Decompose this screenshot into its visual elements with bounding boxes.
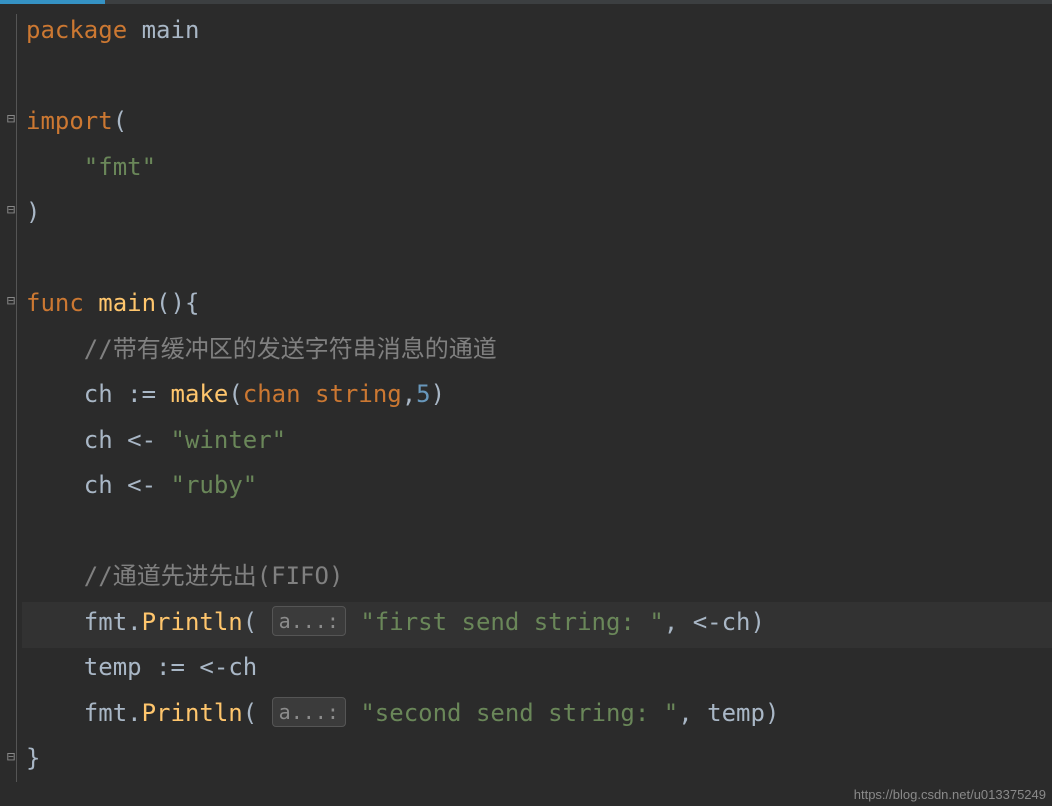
- keyword-chan: chan: [243, 380, 301, 408]
- paren-close: ): [765, 699, 779, 727]
- pkg-fmt: fmt: [84, 699, 127, 727]
- func-main: main: [98, 289, 156, 317]
- builtin-make: make: [171, 380, 229, 408]
- paren-close: ): [26, 198, 40, 226]
- func-println: Println: [142, 699, 243, 727]
- comment: //通道先进先出(FIFO): [84, 562, 344, 590]
- code-block[interactable]: package main import( "fmt" ) func main()…: [0, 8, 1052, 782]
- param-hint: a...:: [272, 697, 346, 727]
- package-name: main: [142, 16, 200, 44]
- var-ch: ch: [84, 380, 113, 408]
- brace-open: {: [185, 289, 199, 317]
- paren-open: (: [228, 380, 242, 408]
- paren-open: (: [113, 107, 127, 135]
- watermark: https://blog.csdn.net/u013375249: [854, 787, 1046, 802]
- comma: ,: [402, 380, 416, 408]
- code-editor[interactable]: ⊟ ⊟ ⊟ ⊟ package main import( "fmt" ) fun…: [0, 4, 1052, 782]
- paren-open: (: [243, 699, 257, 727]
- comment: //带有缓冲区的发送字符串消息的通道: [84, 335, 497, 363]
- brace-close: }: [26, 744, 40, 772]
- var-ch: ch: [84, 471, 113, 499]
- op-assign: :=: [156, 653, 185, 681]
- var-temp: temp: [84, 653, 142, 681]
- dot: .: [127, 699, 141, 727]
- string-literal: "winter": [171, 426, 287, 454]
- var-ch: ch: [722, 608, 751, 636]
- string-literal: "first send string: ": [360, 608, 663, 636]
- op-arrow: <-: [127, 471, 156, 499]
- import-string: "fmt": [84, 153, 156, 181]
- comma: ,: [678, 699, 692, 727]
- pkg-fmt: fmt: [84, 608, 127, 636]
- param-hint: a...:: [272, 606, 346, 636]
- keyword-func: func: [26, 289, 84, 317]
- func-println: Println: [142, 608, 243, 636]
- var-ch: ch: [228, 653, 257, 681]
- comma: ,: [664, 608, 678, 636]
- keyword-package: package: [26, 16, 127, 44]
- keyword-string: string: [315, 380, 402, 408]
- var-ch: ch: [84, 426, 113, 454]
- var-temp: temp: [707, 699, 765, 727]
- op-assign: :=: [127, 380, 156, 408]
- op-arrow: <-: [127, 426, 156, 454]
- keyword-import: import: [26, 107, 113, 135]
- number: 5: [416, 380, 430, 408]
- parens: (): [156, 289, 185, 317]
- paren-open: (: [243, 608, 257, 636]
- paren-close: ): [431, 380, 445, 408]
- op-arrow: <-: [693, 608, 722, 636]
- paren-close: ): [751, 608, 765, 636]
- op-arrow: <-: [199, 653, 228, 681]
- string-literal: "second send string: ": [360, 699, 678, 727]
- dot: .: [127, 608, 141, 636]
- string-literal: "ruby": [171, 471, 258, 499]
